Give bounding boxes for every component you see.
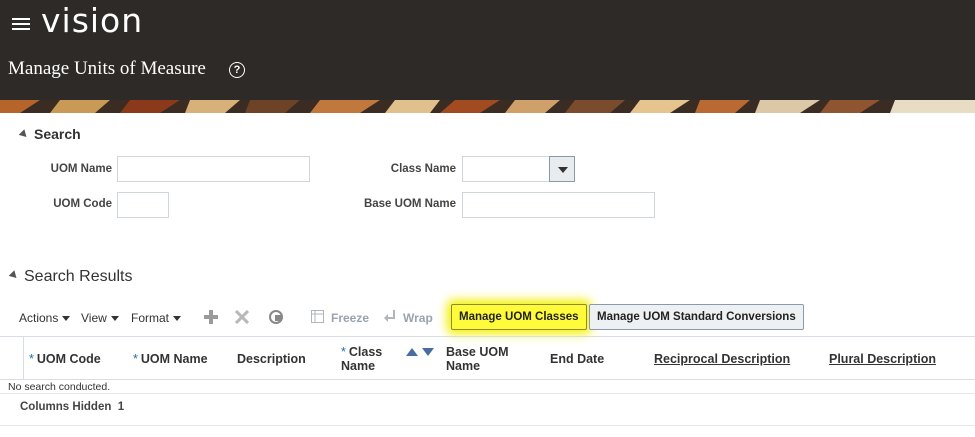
column-header-class-name[interactable]: * Class Name — [341, 345, 382, 373]
add-icon[interactable] — [204, 310, 218, 324]
chevron-down-icon — [173, 316, 182, 322]
page-title: Manage Units of Measure — [8, 58, 206, 79]
uom-code-input[interactable] — [117, 192, 169, 218]
class-name-select[interactable] — [462, 156, 550, 182]
columns-hidden-status: Columns Hidden 1 — [20, 401, 125, 413]
chevron-down-icon — [110, 316, 119, 322]
actions-menu[interactable]: Actions — [19, 311, 71, 325]
search-section-header[interactable]: Search — [18, 126, 81, 142]
column-header-reciprocal-description[interactable]: Reciprocal Description — [654, 352, 790, 366]
table-bottom-border — [0, 393, 975, 394]
results-section-header[interactable]: Search Results — [8, 268, 133, 286]
column-header-uom-code[interactable]: * UOM Code — [29, 352, 101, 366]
column-header-uom-name[interactable]: * UOM Name — [133, 352, 208, 366]
detach-icon[interactable] — [268, 309, 284, 325]
help-icon[interactable]: ? — [229, 62, 245, 78]
uom-code-label: UOM Code — [53, 198, 112, 210]
manage-uom-standard-conversions-button[interactable]: Manage UOM Standard Conversions — [589, 304, 804, 330]
format-menu[interactable]: Format — [131, 311, 182, 325]
dropdown-arrow-icon[interactable] — [549, 156, 575, 182]
base-uom-name-input[interactable] — [462, 192, 655, 218]
column-header-end-date[interactable]: End Date — [550, 352, 604, 366]
sort-descending-icon[interactable] — [422, 348, 434, 356]
menu-icon[interactable] — [12, 16, 30, 30]
table-top-border — [0, 336, 975, 337]
decorative-banner — [0, 100, 975, 113]
results-title: Search Results — [24, 268, 133, 285]
chevron-down-icon — [62, 316, 71, 322]
freeze-button: Freeze — [331, 311, 370, 325]
wrap-icon — [384, 310, 395, 322]
delete-icon[interactable] — [235, 310, 249, 324]
global-header: vision Manage Units of Measure ? — [0, 0, 975, 100]
freeze-icon — [311, 310, 324, 323]
column-header-base-uom-name[interactable]: Base UOM Name — [446, 345, 509, 373]
search-title: Search — [34, 126, 81, 142]
view-menu[interactable]: View — [81, 311, 119, 325]
column-header-plural-description[interactable]: Plural Description — [829, 352, 936, 366]
class-name-label: Class Name — [390, 163, 456, 175]
table-header-border — [0, 379, 975, 380]
footer-border — [0, 425, 975, 426]
uom-name-label: UOM Name — [50, 163, 112, 175]
app-logo[interactable]: vision — [41, 1, 143, 40]
uom-name-input[interactable] — [117, 156, 310, 182]
column-separator — [23, 337, 24, 379]
disclosure-triangle-icon[interactable] — [18, 129, 30, 140]
empty-table-message: No search conducted. — [8, 381, 111, 393]
disclosure-triangle-icon[interactable] — [8, 270, 20, 281]
manage-uom-classes-button[interactable]: Manage UOM Classes — [451, 304, 587, 330]
column-header-description[interactable]: Description — [237, 352, 306, 366]
sort-ascending-icon[interactable] — [406, 348, 418, 356]
wrap-button: Wrap — [403, 311, 433, 325]
base-uom-name-label: Base UOM Name — [363, 198, 456, 210]
